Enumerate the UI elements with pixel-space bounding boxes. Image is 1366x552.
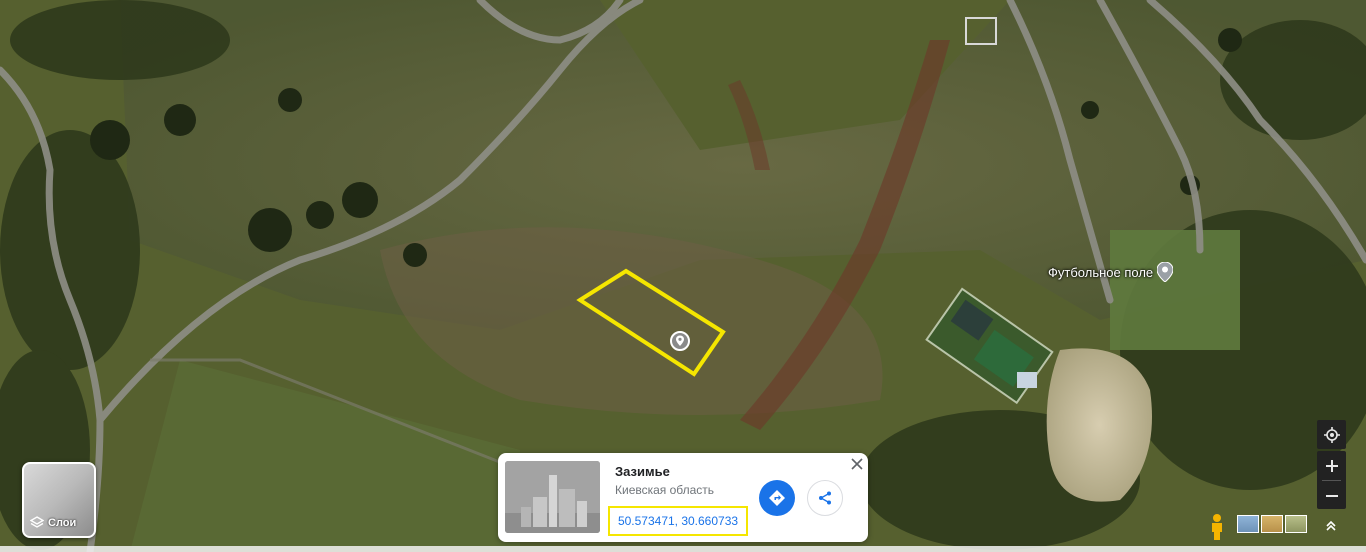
share-icon	[819, 491, 831, 505]
minus-icon	[1325, 494, 1338, 497]
satellite-map[interactable]: Футбольное поле Слои Зазимье Киевская об…	[0, 0, 1366, 552]
directions-icon	[769, 490, 785, 506]
place-thumbnail[interactable]	[505, 461, 600, 533]
pegman-icon[interactable]	[1206, 513, 1228, 541]
layers-button[interactable]: Слои	[22, 462, 96, 538]
building-illustration	[505, 461, 600, 533]
place-info-card: Зазимье Киевская область 50.573471, 30.6…	[498, 453, 868, 542]
zoom-control	[1317, 451, 1346, 509]
map-footer-bar	[0, 546, 1366, 552]
imagery-thumbnails	[1237, 515, 1307, 533]
map-pin-icon	[1157, 262, 1174, 282]
layers-icon	[30, 516, 44, 528]
layers-label: Слои	[48, 517, 77, 529]
close-icon	[851, 458, 863, 470]
imagery-thumb-1[interactable]	[1237, 515, 1259, 533]
layers-row: Слои	[30, 516, 76, 530]
directions-button[interactable]	[759, 480, 795, 516]
place-region: Киевская область	[615, 483, 715, 497]
expand-imagery-button[interactable]	[1321, 516, 1341, 536]
my-location-button[interactable]	[1317, 420, 1346, 449]
zoom-out-button[interactable]	[1317, 481, 1346, 510]
share-button[interactable]	[807, 480, 843, 516]
close-card-button[interactable]	[850, 457, 864, 471]
imagery-thumb-3[interactable]	[1285, 515, 1307, 533]
poi-label-text: Футбольное поле	[1048, 264, 1154, 280]
my-location-icon	[1323, 426, 1340, 443]
imagery-thumb-2[interactable]	[1261, 515, 1283, 533]
poi-football-field[interactable]: Футбольное поле	[1048, 262, 1174, 282]
zoom-in-button[interactable]	[1317, 451, 1346, 480]
plus-icon	[1325, 459, 1338, 472]
place-title: Зазимье	[615, 464, 670, 479]
coordinates-link[interactable]: 50.573471, 30.660733	[608, 506, 748, 536]
chevron-up-icon	[1326, 520, 1336, 531]
dropped-pin-icon[interactable]	[669, 330, 691, 352]
